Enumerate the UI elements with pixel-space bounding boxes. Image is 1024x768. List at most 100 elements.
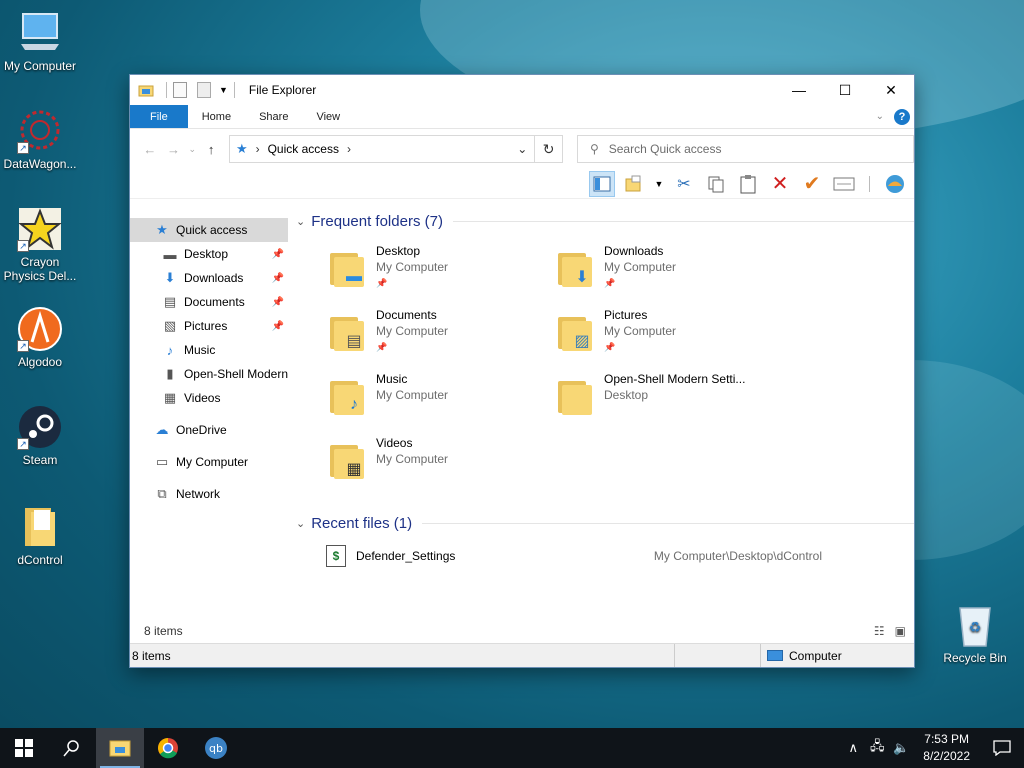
notification-center-icon[interactable] [980,728,1024,768]
sidebar-item-desktop[interactable]: ▬ Desktop 📌 [130,242,288,266]
breadcrumb-chevron-icon[interactable]: › [347,142,351,156]
options-dropdown-icon[interactable]: ▼ [653,171,665,197]
frequent-folders-header[interactable]: ⌄ Frequent folders (7) [296,211,914,231]
tab-file[interactable]: File [130,105,188,128]
paste-icon[interactable] [735,171,761,197]
minimize-button[interactable]: — [776,75,822,105]
sidebar-item-my-computer[interactable]: ▭ My Computer [130,450,288,474]
customize-quick-access-icon[interactable]: ▼ [219,85,228,95]
desktop-icon-my-computer[interactable]: My Computer [0,10,80,73]
tab-view[interactable]: View [302,105,354,128]
shell-globe-icon[interactable] [882,171,908,197]
windows-logo-icon [15,739,33,757]
sidebar-item-onedrive[interactable]: ☁ OneDrive [130,418,288,442]
folder-tile[interactable]: ▬ Desktop My Computer 📌 [330,243,558,307]
chrome-icon[interactable] [144,728,192,768]
divider [422,522,914,524]
desktop-icon-algodoo[interactable]: ↗ Algodoo [0,306,80,369]
sidebar-item-videos[interactable]: ▦ Videos [130,386,288,410]
list-item[interactable]: $ Defender_Settings My Computer\Desktop\… [326,541,914,571]
folder-tile[interactable]: Open-Shell Modern Setti... Desktop [558,371,786,435]
folder-tile[interactable]: ▤ Documents My Computer 📌 [330,307,558,371]
desktop-icon-datawagon[interactable]: ↗ DataWagon... [0,108,80,171]
start-button[interactable] [0,728,48,768]
details-view-icon[interactable]: ☷ [874,624,885,638]
qbittorrent-icon[interactable]: qb [192,728,240,768]
folder-location: My Computer [376,388,449,402]
folder-tile[interactable]: ▨ Pictures My Computer 📌 [558,307,786,371]
file-name: Defender_Settings [356,549,456,563]
desktop-icon-steam[interactable]: ↗ Steam [0,404,80,467]
copy-icon[interactable] [703,171,729,197]
collapse-chevron-icon[interactable]: ⌄ [296,215,305,228]
command-toolbar: ▼ ✂ ✕ ✔ [130,169,914,199]
help-icon[interactable]: ? [894,108,910,125]
sidebar-item-quick-access[interactable]: ★ Quick access [130,218,288,242]
search-input[interactable] [608,142,889,156]
sidebar-item-open-shell-modern[interactable]: ▮ Open-Shell Modern [130,362,288,386]
close-button[interactable]: ✕ [868,75,914,105]
sidebar-item-documents[interactable]: ▤ Documents 📌 [130,290,288,314]
desktop-icon-recycle-bin[interactable]: ♻ Recycle Bin [935,602,1015,665]
folder-location: My Computer [376,324,449,338]
back-arrow-icon[interactable]: ← [138,142,162,157]
group-title: Frequent folders (7) [311,212,443,230]
folder-icon: ▨ [558,313,594,353]
status-location: Computer [789,648,842,663]
rename-check-icon[interactable]: ✔ [799,171,825,197]
volume-icon[interactable]: 🔈 [889,740,913,756]
sidebar-item-network[interactable]: ⧉ Network [130,482,288,506]
folder-icon: ▦ [330,441,366,481]
expand-ribbon-chevron-icon[interactable]: ⌄ [876,111,884,122]
tab-share[interactable]: Share [245,105,302,128]
pin-icon: 📌 [271,248,284,260]
folder-location: My Computer [604,260,677,274]
new-folder-icon[interactable] [621,171,647,197]
desktop-icon-crayon-physics[interactable]: ↗ Crayon Physics Del... [0,206,80,283]
tab-home[interactable]: Home [188,105,245,128]
network-icon[interactable]: 🖧 [865,737,889,759]
folder-tile[interactable]: ♪ Music My Computer [330,371,558,435]
folder-emblem-icon [570,395,594,415]
frequent-folders-grid: ▬ Desktop My Computer 📌 ⬇ Downloads My Compute… [330,243,914,499]
clock[interactable]: 7:53 PM 8/2/2022 [913,731,980,765]
properties-quick-icon[interactable] [173,82,187,98]
file-explorer-taskbar-icon[interactable] [96,728,144,768]
folder-tile[interactable]: ▦ Videos My Computer [330,435,558,499]
collapse-chevron-icon[interactable]: ⌄ [296,517,305,530]
cut-icon[interactable]: ✂ [671,171,697,197]
refresh-icon[interactable]: ↻ [535,135,563,163]
properties-icon[interactable] [831,171,857,197]
sidebar-item-pictures[interactable]: ▧ Pictures 📌 [130,314,288,338]
title-bar[interactable]: ▼ File Explorer — ☐ ✕ [130,75,914,105]
folder-tile[interactable]: ⬇ Downloads My Computer 📌 [558,243,786,307]
maximize-button[interactable]: ☐ [822,75,868,105]
search-box[interactable]: ⚲ [576,135,914,163]
address-dropdown-chevron-icon[interactable]: ⌄ [510,142,534,156]
folder-icon: ▬ [330,249,366,289]
sidebar-item-music[interactable]: ♪ Music [130,338,288,362]
datawagon-icon: ↗ [17,108,63,154]
new-folder-quick-icon[interactable] [197,82,211,98]
folder-name: Videos [376,436,413,450]
sidebar-item-downloads[interactable]: ⬇ Downloads 📌 [130,266,288,290]
large-icons-view-icon[interactable]: ▣ [895,624,906,638]
recent-files-header[interactable]: ⌄ Recent files (1) [296,513,914,533]
search-taskbar-icon[interactable] [48,728,96,768]
up-arrow-icon[interactable]: ↑ [199,142,223,157]
navigation-pane-icon[interactable] [589,170,615,197]
group-title: Recent files (1) [311,514,413,532]
show-hidden-icons-chevron-icon[interactable]: ∧ [841,740,865,756]
breadcrumb-quick-access[interactable]: Quick access [268,142,339,156]
folder-emblem-icon: ▨ [574,333,590,350]
address-bar[interactable]: ★ › Quick access › ⌄ [228,135,536,163]
recent-locations-chevron-icon[interactable]: ⌄ [185,144,199,155]
nav-icon: ▤ [163,294,177,309]
breadcrumb-chevron-icon[interactable]: › [256,142,260,156]
nav-icon: ⬇ [164,270,176,285]
folder-icon: ♪ [330,377,366,417]
delete-icon[interactable]: ✕ [767,171,793,197]
desktop-icon-dcontrol[interactable]: dControl [0,504,80,567]
forward-arrow-icon[interactable]: → [162,142,186,157]
